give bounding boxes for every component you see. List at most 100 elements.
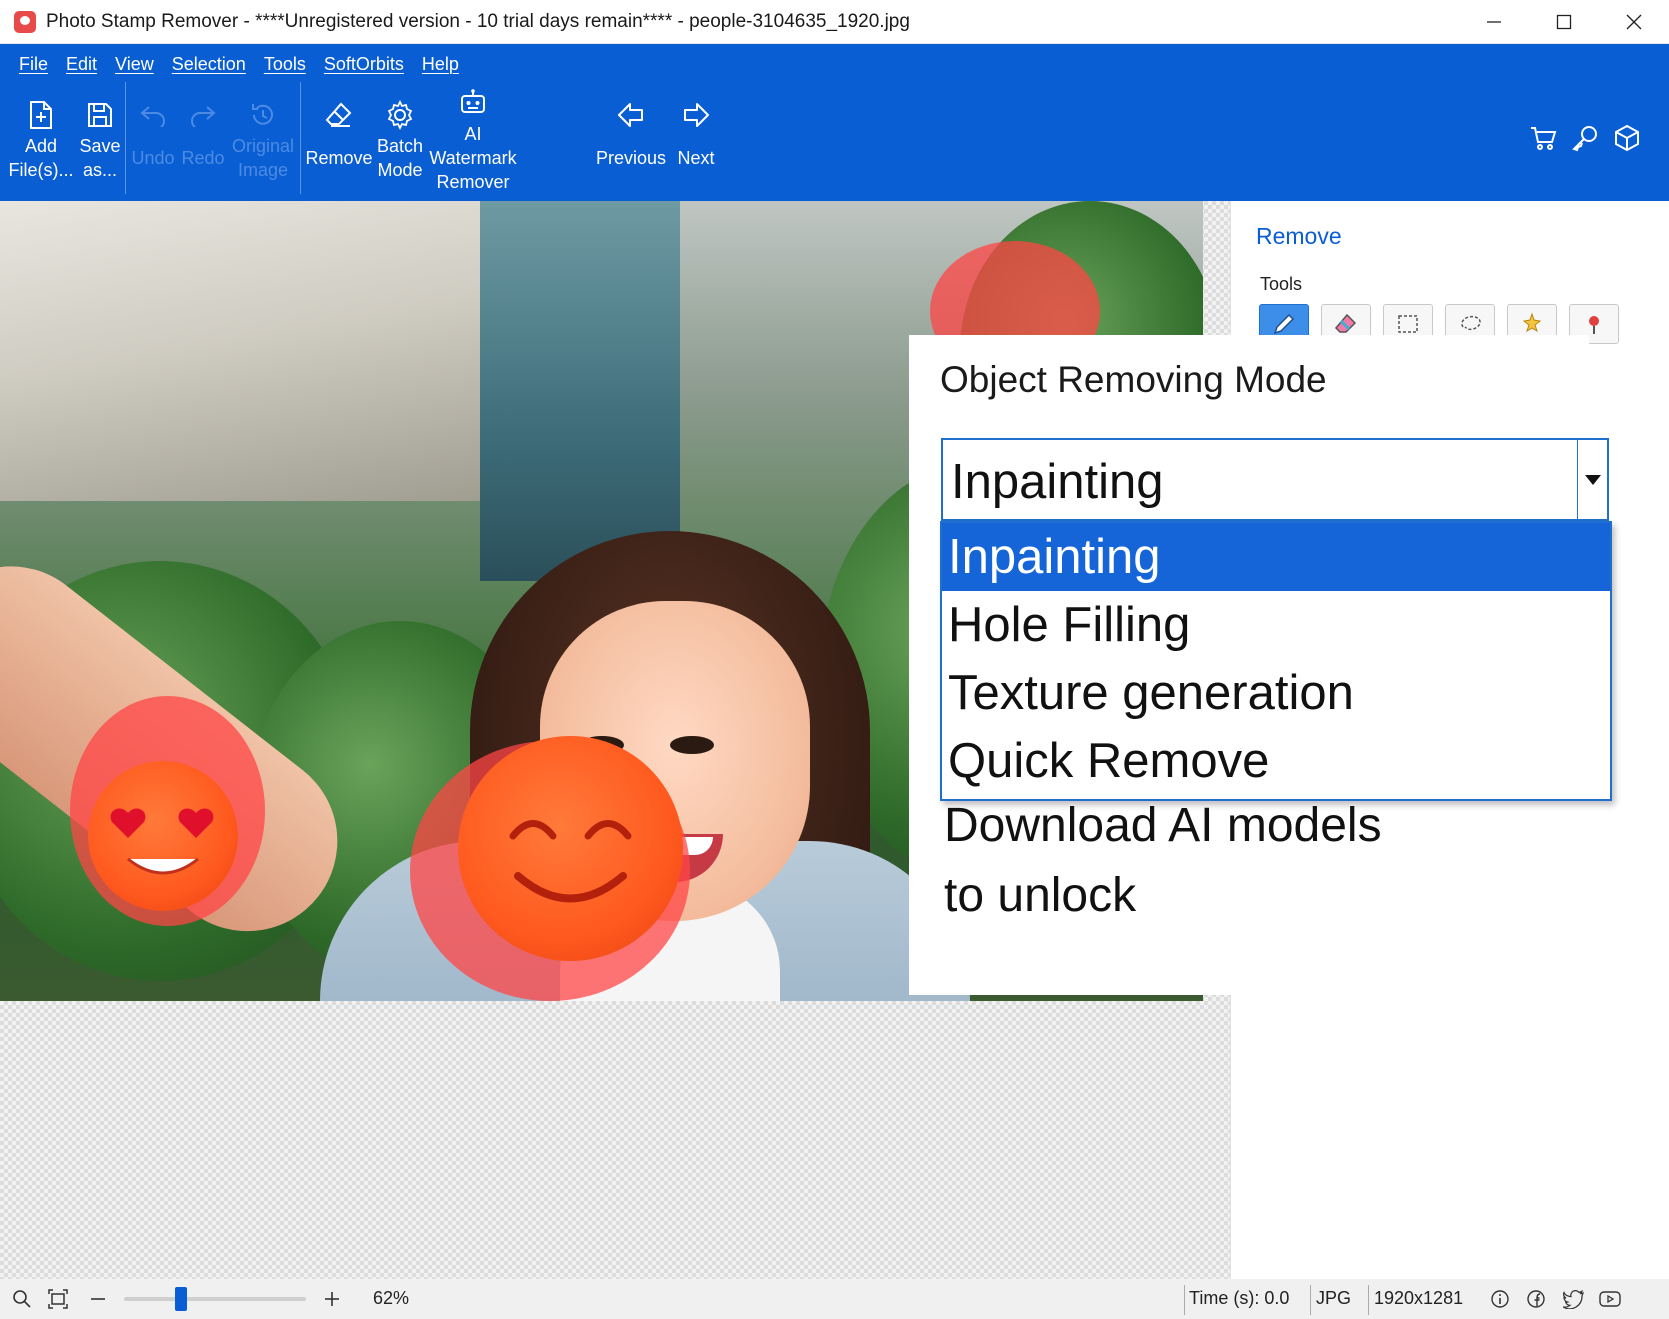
hugging-emoji [458, 736, 683, 961]
add-file-icon [26, 100, 56, 130]
photo-background-building [480, 201, 680, 581]
zoom-out-button[interactable] [86, 1287, 110, 1311]
robot-icon [458, 88, 488, 118]
title-bar: Photo Stamp Remover - ****Unregistered v… [0, 0, 1669, 44]
window-title: Photo Stamp Remover - ****Unregistered v… [46, 10, 910, 32]
maximize-button[interactable] [1529, 0, 1599, 44]
facebook-icon [1527, 1290, 1545, 1308]
toolbar-separator [125, 82, 126, 194]
menu-selection[interactable]: Selection [163, 50, 255, 79]
processing-time: Time (s): 0.0 [1189, 1288, 1290, 1308]
ai-label-2: Watermark [429, 148, 517, 168]
option-inpainting[interactable]: Inpainting [942, 523, 1610, 591]
save-as-button[interactable]: Save as... [72, 92, 128, 182]
app-logo-icon [14, 10, 36, 33]
zoom-slider[interactable] [124, 1287, 306, 1311]
pencil-icon [1273, 313, 1295, 335]
original-label-1: Original [231, 136, 295, 156]
info-icon [1491, 1290, 1509, 1308]
toolbar-separator [300, 82, 301, 194]
status-separator [1310, 1285, 1311, 1315]
zoom-in-button[interactable] [320, 1287, 344, 1311]
plus-icon [325, 1292, 339, 1306]
youtube-icon [1599, 1291, 1621, 1307]
history-icon [248, 100, 278, 130]
rectangle-select-icon [1398, 315, 1418, 333]
box-icon[interactable] [1613, 124, 1641, 152]
ribbon: File Edit View Selection Tools SoftOrbit… [0, 44, 1669, 201]
redo-button[interactable]: Redo [178, 92, 228, 170]
minimize-button[interactable] [1459, 0, 1529, 44]
ai-label-3: Remover [436, 172, 510, 192]
menu-file[interactable]: File [10, 50, 57, 79]
photo-background [0, 201, 560, 501]
removing-mode-options: Inpainting Hole Filling Texture generati… [940, 521, 1612, 801]
original-label-2: Image [237, 160, 289, 180]
batch-mode-button[interactable]: Batch Mode [374, 92, 426, 182]
info-button[interactable] [1488, 1287, 1512, 1311]
arrow-left-icon [616, 100, 646, 130]
download-models-note: Download AI models to unlock [944, 791, 1504, 931]
facebook-button[interactable] [1524, 1287, 1548, 1311]
tools-label: Tools [1260, 274, 1303, 294]
window-controls [1459, 0, 1669, 44]
object-removing-mode-label: Object Removing Mode [940, 359, 1327, 400]
dropdown-arrow-button[interactable] [1577, 440, 1607, 519]
batch-label-1: Batch [376, 136, 424, 156]
option-texture-generation[interactable]: Texture generation [942, 659, 1610, 727]
menu-softorbits[interactable]: SoftOrbits [315, 50, 413, 79]
menu-edit[interactable]: Edit [57, 50, 106, 79]
magic-wand-icon [1522, 312, 1542, 333]
panel-title: Remove [1256, 223, 1342, 249]
smile-icon [509, 820, 632, 903]
gear-icon [385, 100, 415, 130]
removing-mode-select[interactable]: Inpainting [941, 438, 1609, 521]
menu-bar: File Edit View Selection Tools SoftOrbit… [10, 50, 468, 79]
undo-icon [138, 100, 168, 130]
status-separator [1368, 1285, 1369, 1315]
close-button[interactable] [1599, 0, 1669, 44]
redo-label: Redo [181, 148, 225, 168]
option-quick-remove[interactable]: Quick Remove [942, 727, 1610, 795]
minus-icon [91, 1298, 105, 1300]
menu-tools[interactable]: Tools [255, 50, 315, 79]
twitter-icon [1563, 1289, 1585, 1309]
batch-label-2: Mode [377, 160, 423, 180]
menu-view[interactable]: View [106, 50, 163, 79]
image-dimensions: 1920x1281 [1374, 1288, 1464, 1308]
note-line-2: to unlock [944, 869, 1137, 922]
arrow-right-icon [681, 100, 711, 130]
magnifier-icon [13, 1290, 31, 1308]
key-icon[interactable] [1571, 124, 1599, 152]
zoom-slider-thumb[interactable] [175, 1287, 187, 1311]
zoom-level: 62% [373, 1288, 410, 1308]
toolbar: Add File(s)... Save as... Undo Redo Orig… [0, 82, 1669, 200]
zoom-fit-button[interactable] [10, 1287, 34, 1311]
account-icons [1529, 124, 1641, 152]
add-files-button[interactable]: Add File(s)... [9, 92, 74, 182]
maximize-icon [1556, 14, 1572, 30]
menu-help[interactable]: Help [413, 50, 468, 79]
file-format: JPG [1316, 1288, 1352, 1308]
youtube-button[interactable] [1598, 1287, 1622, 1311]
next-label: Next [677, 148, 715, 168]
status-bar: 62% Time (s): 0.0 JPG 1920x1281 [0, 1279, 1669, 1319]
minimize-icon [1487, 21, 1501, 23]
ai-label-1: AI [464, 124, 482, 144]
ai-watermark-remover-button[interactable]: AI Watermark Remover [428, 80, 518, 194]
next-button[interactable]: Next [668, 92, 724, 170]
add-label-1: Add [24, 136, 58, 156]
undo-button[interactable]: Undo [128, 92, 178, 170]
save-label-2: as... [82, 160, 117, 180]
option-hole-filling[interactable]: Hole Filling [942, 591, 1610, 659]
remove-button[interactable]: Remove [304, 92, 374, 170]
cart-icon[interactable] [1529, 124, 1557, 152]
fit-to-window-button[interactable] [46, 1287, 70, 1311]
twitter-button[interactable] [1562, 1287, 1586, 1311]
previous-button[interactable]: Previous [596, 92, 666, 170]
mode-callout: Object Removing Mode Inpainting Inpainti… [909, 335, 1612, 995]
redo-icon [188, 100, 218, 130]
previous-label: Previous [595, 148, 667, 168]
marker-pin-icon [1589, 316, 1599, 334]
original-image-button[interactable]: Original Image [228, 92, 298, 182]
